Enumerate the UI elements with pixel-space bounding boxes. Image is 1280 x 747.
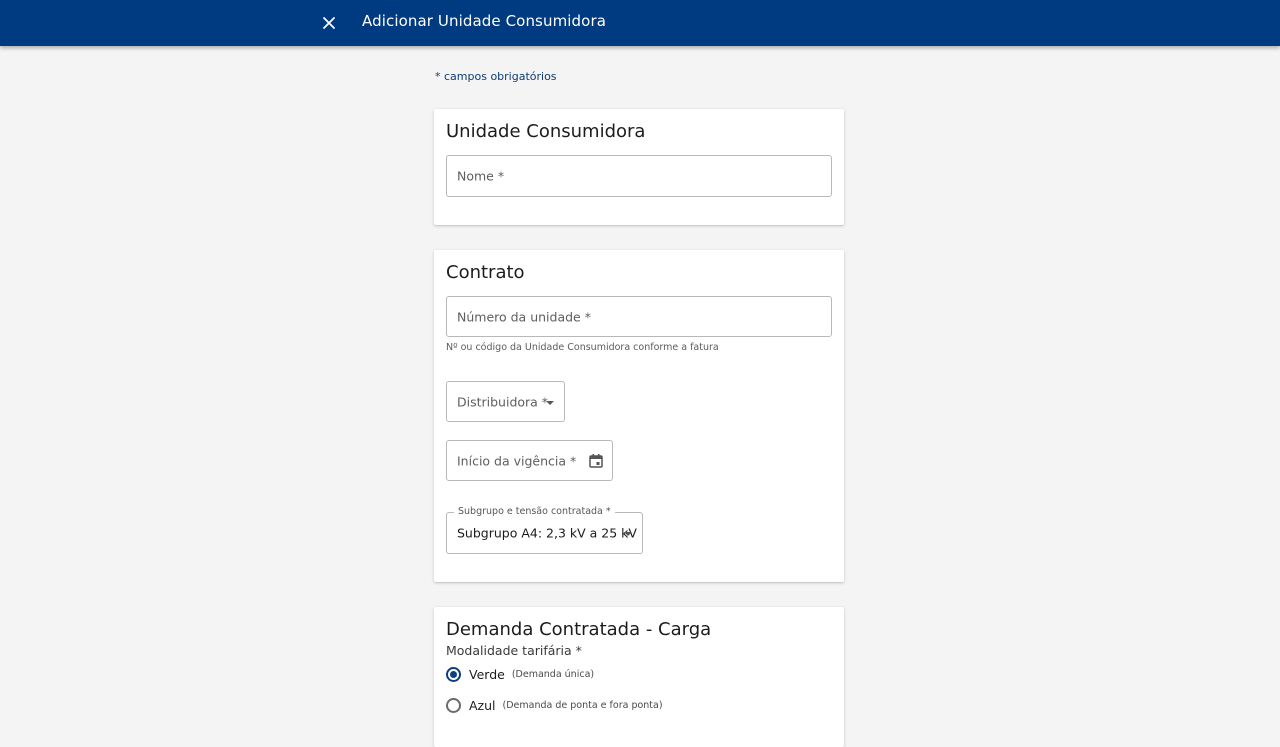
- close-button[interactable]: [317, 11, 341, 35]
- start-date-placeholder: Início da vigência *: [457, 453, 577, 468]
- calendar-icon[interactable]: [588, 453, 604, 469]
- radio-azul[interactable]: [446, 698, 461, 713]
- contract-section-title: Contrato: [446, 262, 525, 283]
- close-icon[interactable]: [322, 16, 336, 30]
- unit-number-input[interactable]: Número da unidade *: [446, 296, 832, 337]
- name-input[interactable]: Nome *: [446, 155, 832, 197]
- demand-card: Demanda Contratada - Carga Modalidade ta…: [434, 607, 844, 747]
- radio-option-verde[interactable]: Verde (Demanda única): [446, 667, 594, 682]
- unit-card: Unidade Consumidora Nome *: [434, 109, 844, 225]
- radio-verde-label: Verde: [469, 667, 505, 682]
- app-header: Adicionar Unidade Consumidora: [0, 0, 1280, 46]
- required-fields-note: * campos obrigatórios: [435, 70, 557, 83]
- chevron-down-icon: [546, 401, 554, 405]
- page-title: Adicionar Unidade Consumidora: [362, 12, 607, 30]
- distributor-placeholder: Distribuidora *: [457, 394, 549, 409]
- subgroup-value: Subgrupo A4: 2,3 kV a 25 kV: [457, 525, 637, 541]
- unit-number-helper: Nº ou código da Unidade Consumidora conf…: [446, 342, 719, 353]
- subgroup-select[interactable]: Subgrupo e tensão contratada * Subgrupo …: [446, 506, 643, 554]
- demand-section-title: Demanda Contratada - Carga: [446, 619, 712, 640]
- modality-label: Modalidade tarifária *: [446, 643, 582, 658]
- unit-number-placeholder: Número da unidade *: [457, 309, 591, 324]
- subgroup-label: Subgrupo e tensão contratada *: [454, 506, 615, 517]
- start-date-input[interactable]: Início da vigência *: [446, 440, 613, 481]
- chevron-down-icon: [624, 532, 632, 536]
- radio-azul-description: (Demanda de ponta e fora ponta): [502, 700, 663, 711]
- unit-section-title: Unidade Consumidora: [446, 121, 646, 142]
- radio-option-azul[interactable]: Azul (Demanda de ponta e fora ponta): [446, 698, 663, 713]
- radio-verde-description: (Demanda única): [511, 669, 595, 680]
- radio-azul-label: Azul: [469, 698, 496, 713]
- distributor-select[interactable]: Distribuidora *: [446, 381, 565, 422]
- contract-card: Contrato Número da unidade * Nº ou códig…: [434, 250, 844, 582]
- radio-verde[interactable]: [446, 667, 461, 682]
- name-input-placeholder: Nome *: [457, 168, 505, 184]
